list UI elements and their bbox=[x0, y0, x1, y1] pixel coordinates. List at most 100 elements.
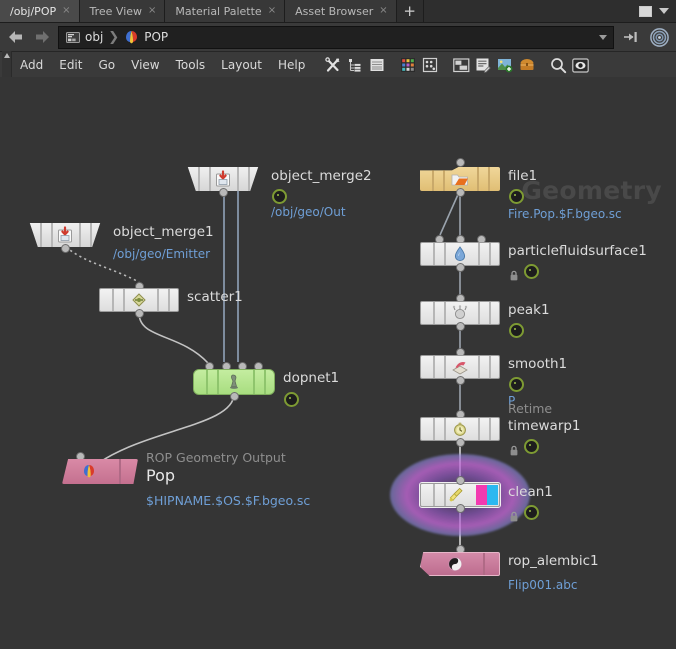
panes-icon[interactable] bbox=[450, 54, 472, 76]
node-output-connector[interactable] bbox=[456, 263, 465, 272]
tab-close-icon[interactable]: × bbox=[62, 6, 70, 16]
node-parameter-text: Fire.Pop.$F.bgeo.sc bbox=[508, 207, 622, 221]
node-Pop[interactable]: ROP Geometry Output Pop $HIPNAME.$OS.$F.… bbox=[62, 450, 310, 508]
lock-flag-icon[interactable] bbox=[509, 266, 519, 281]
network-path-field[interactable]: obj ❯ POP bbox=[58, 25, 614, 49]
node-clean1[interactable]: clean1 bbox=[390, 454, 553, 536]
particle-fluid-surface-icon bbox=[451, 245, 469, 263]
node-label: timewarp1 bbox=[508, 418, 581, 434]
node-object_merge2[interactable]: object_merge2 /obj/geo/Out bbox=[183, 167, 372, 219]
node-tile[interactable] bbox=[62, 459, 138, 484]
node-flags bbox=[272, 189, 287, 204]
restore-icon[interactable] bbox=[639, 5, 652, 17]
node-flags bbox=[509, 505, 539, 522]
node-comment: Retime bbox=[508, 401, 553, 416]
menu-view[interactable]: View bbox=[123, 52, 167, 78]
node-label: rop_alembic1 bbox=[508, 553, 599, 569]
menu-layout[interactable]: Layout bbox=[213, 52, 270, 78]
node-output-connector[interactable] bbox=[135, 309, 144, 318]
node-output-connector[interactable] bbox=[61, 244, 70, 253]
node-label: smooth1 bbox=[508, 356, 568, 372]
tab-obj-pop[interactable]: /obj/POP × bbox=[0, 0, 80, 22]
menu-help[interactable]: Help bbox=[270, 52, 313, 78]
file-icon bbox=[451, 171, 469, 189]
peak-icon bbox=[451, 304, 469, 322]
node-object_merge1[interactable]: object_merge1 /obj/geo/Emitter bbox=[25, 223, 214, 261]
back-arrow-icon[interactable] bbox=[6, 27, 26, 47]
lock-flag-icon[interactable] bbox=[509, 441, 519, 456]
menu-tools[interactable]: Tools bbox=[168, 52, 214, 78]
node-parameter-text: Flip001.abc bbox=[508, 578, 578, 592]
node-output-connector[interactable] bbox=[456, 376, 465, 385]
tab-asset-browser[interactable]: Asset Browser × bbox=[285, 0, 397, 22]
display-flag-icon[interactable] bbox=[524, 264, 539, 279]
display-flag-icon[interactable] bbox=[509, 189, 524, 204]
tree-list-icon[interactable] bbox=[344, 54, 366, 76]
node-input-connector[interactable] bbox=[456, 158, 465, 167]
wrench-screwdriver-icon[interactable] bbox=[322, 54, 344, 76]
object-merge-icon bbox=[56, 226, 74, 244]
template-flag[interactable] bbox=[487, 485, 498, 505]
node-output-connector[interactable] bbox=[230, 392, 239, 401]
display-flag-icon[interactable] bbox=[272, 189, 287, 204]
tab-tree-view[interactable]: Tree View × bbox=[79, 0, 166, 22]
display-flag-icon[interactable] bbox=[509, 323, 524, 338]
search-icon[interactable] bbox=[547, 54, 569, 76]
node-flags bbox=[509, 323, 524, 338]
node-label: scatter1 bbox=[187, 289, 243, 305]
lock-flag-icon[interactable] bbox=[509, 507, 519, 522]
node-output-connector[interactable] bbox=[456, 188, 465, 197]
image-plus-icon[interactable] bbox=[494, 54, 516, 76]
forward-arrow-icon[interactable] bbox=[32, 27, 52, 47]
menu-add[interactable]: Add bbox=[12, 52, 51, 78]
notes-icon[interactable] bbox=[472, 54, 494, 76]
list-icon[interactable] bbox=[366, 54, 388, 76]
tab-material-palette[interactable]: Material Palette × bbox=[165, 0, 286, 22]
breadcrumb-pop[interactable]: POP bbox=[122, 30, 170, 45]
target-button[interactable] bbox=[648, 26, 670, 48]
toolbar-scroll-up-icon[interactable] bbox=[2, 51, 12, 79]
breadcrumb-pop-label: POP bbox=[144, 30, 169, 44]
pin-button[interactable] bbox=[620, 26, 642, 48]
node-tile[interactable] bbox=[420, 552, 500, 576]
node-peak1[interactable]: peak1 bbox=[420, 294, 550, 338]
node-output-connector[interactable] bbox=[219, 188, 228, 197]
display-flag-icon[interactable] bbox=[509, 377, 524, 392]
caret-down-icon[interactable] bbox=[659, 8, 669, 14]
tab-label: Tree View bbox=[89, 4, 143, 18]
color-grid-icon[interactable] bbox=[397, 54, 419, 76]
network-menu-bar: Add Edit Go View Tools Layout Help bbox=[0, 51, 676, 79]
add-tab-button[interactable]: + bbox=[396, 0, 424, 22]
breadcrumb-separator: ❯ bbox=[108, 29, 120, 45]
tab-close-icon[interactable]: × bbox=[268, 6, 276, 16]
network-canvas[interactable]: Geometry object_merge2 /obj/geo/Out obje… bbox=[0, 77, 676, 649]
eye-icon[interactable] bbox=[569, 54, 591, 76]
node-output-connector[interactable] bbox=[456, 322, 465, 331]
network-editor-window: /obj/POP × Tree View × Material Palette … bbox=[0, 0, 676, 649]
chevron-down-icon[interactable] bbox=[599, 34, 607, 40]
node-rop_alembic1[interactable]: rop_alembic1 Flip001.abc bbox=[420, 545, 599, 592]
tab-close-icon[interactable]: × bbox=[148, 6, 156, 16]
node-output-connector[interactable] bbox=[456, 438, 465, 447]
node-timewarp1[interactable]: Retime timewarp1 bbox=[420, 401, 581, 456]
chest-icon[interactable] bbox=[516, 54, 538, 76]
node-file1[interactable]: file1 Fire.Pop.$F.bgeo.sc bbox=[420, 158, 622, 221]
tab-close-icon[interactable]: × bbox=[379, 6, 387, 16]
node-parameter-text: /obj/geo/Emitter bbox=[113, 247, 211, 261]
node-input-connector[interactable] bbox=[456, 476, 465, 485]
node-dopnet1[interactable]: dopnet1 bbox=[193, 362, 339, 407]
render-flag[interactable] bbox=[476, 485, 487, 505]
node-output-connector[interactable] bbox=[456, 504, 465, 513]
display-flag-icon[interactable] bbox=[524, 505, 539, 520]
object-merge-icon bbox=[214, 170, 232, 188]
tab-label: Asset Browser bbox=[295, 4, 374, 18]
node-smooth1[interactable]: smooth1 P bbox=[420, 348, 567, 408]
menu-edit[interactable]: Edit bbox=[51, 52, 90, 78]
node-particlefluidsurface1[interactable]: particlefluidsurface1 bbox=[420, 235, 647, 281]
dots-grid-icon[interactable] bbox=[419, 54, 441, 76]
breadcrumb-obj[interactable]: obj bbox=[64, 30, 105, 44]
menu-go[interactable]: Go bbox=[90, 52, 123, 78]
node-scatter1[interactable]: scatter1 bbox=[99, 282, 243, 318]
display-flag-icon[interactable] bbox=[524, 439, 539, 454]
display-flag-icon[interactable] bbox=[284, 392, 299, 407]
